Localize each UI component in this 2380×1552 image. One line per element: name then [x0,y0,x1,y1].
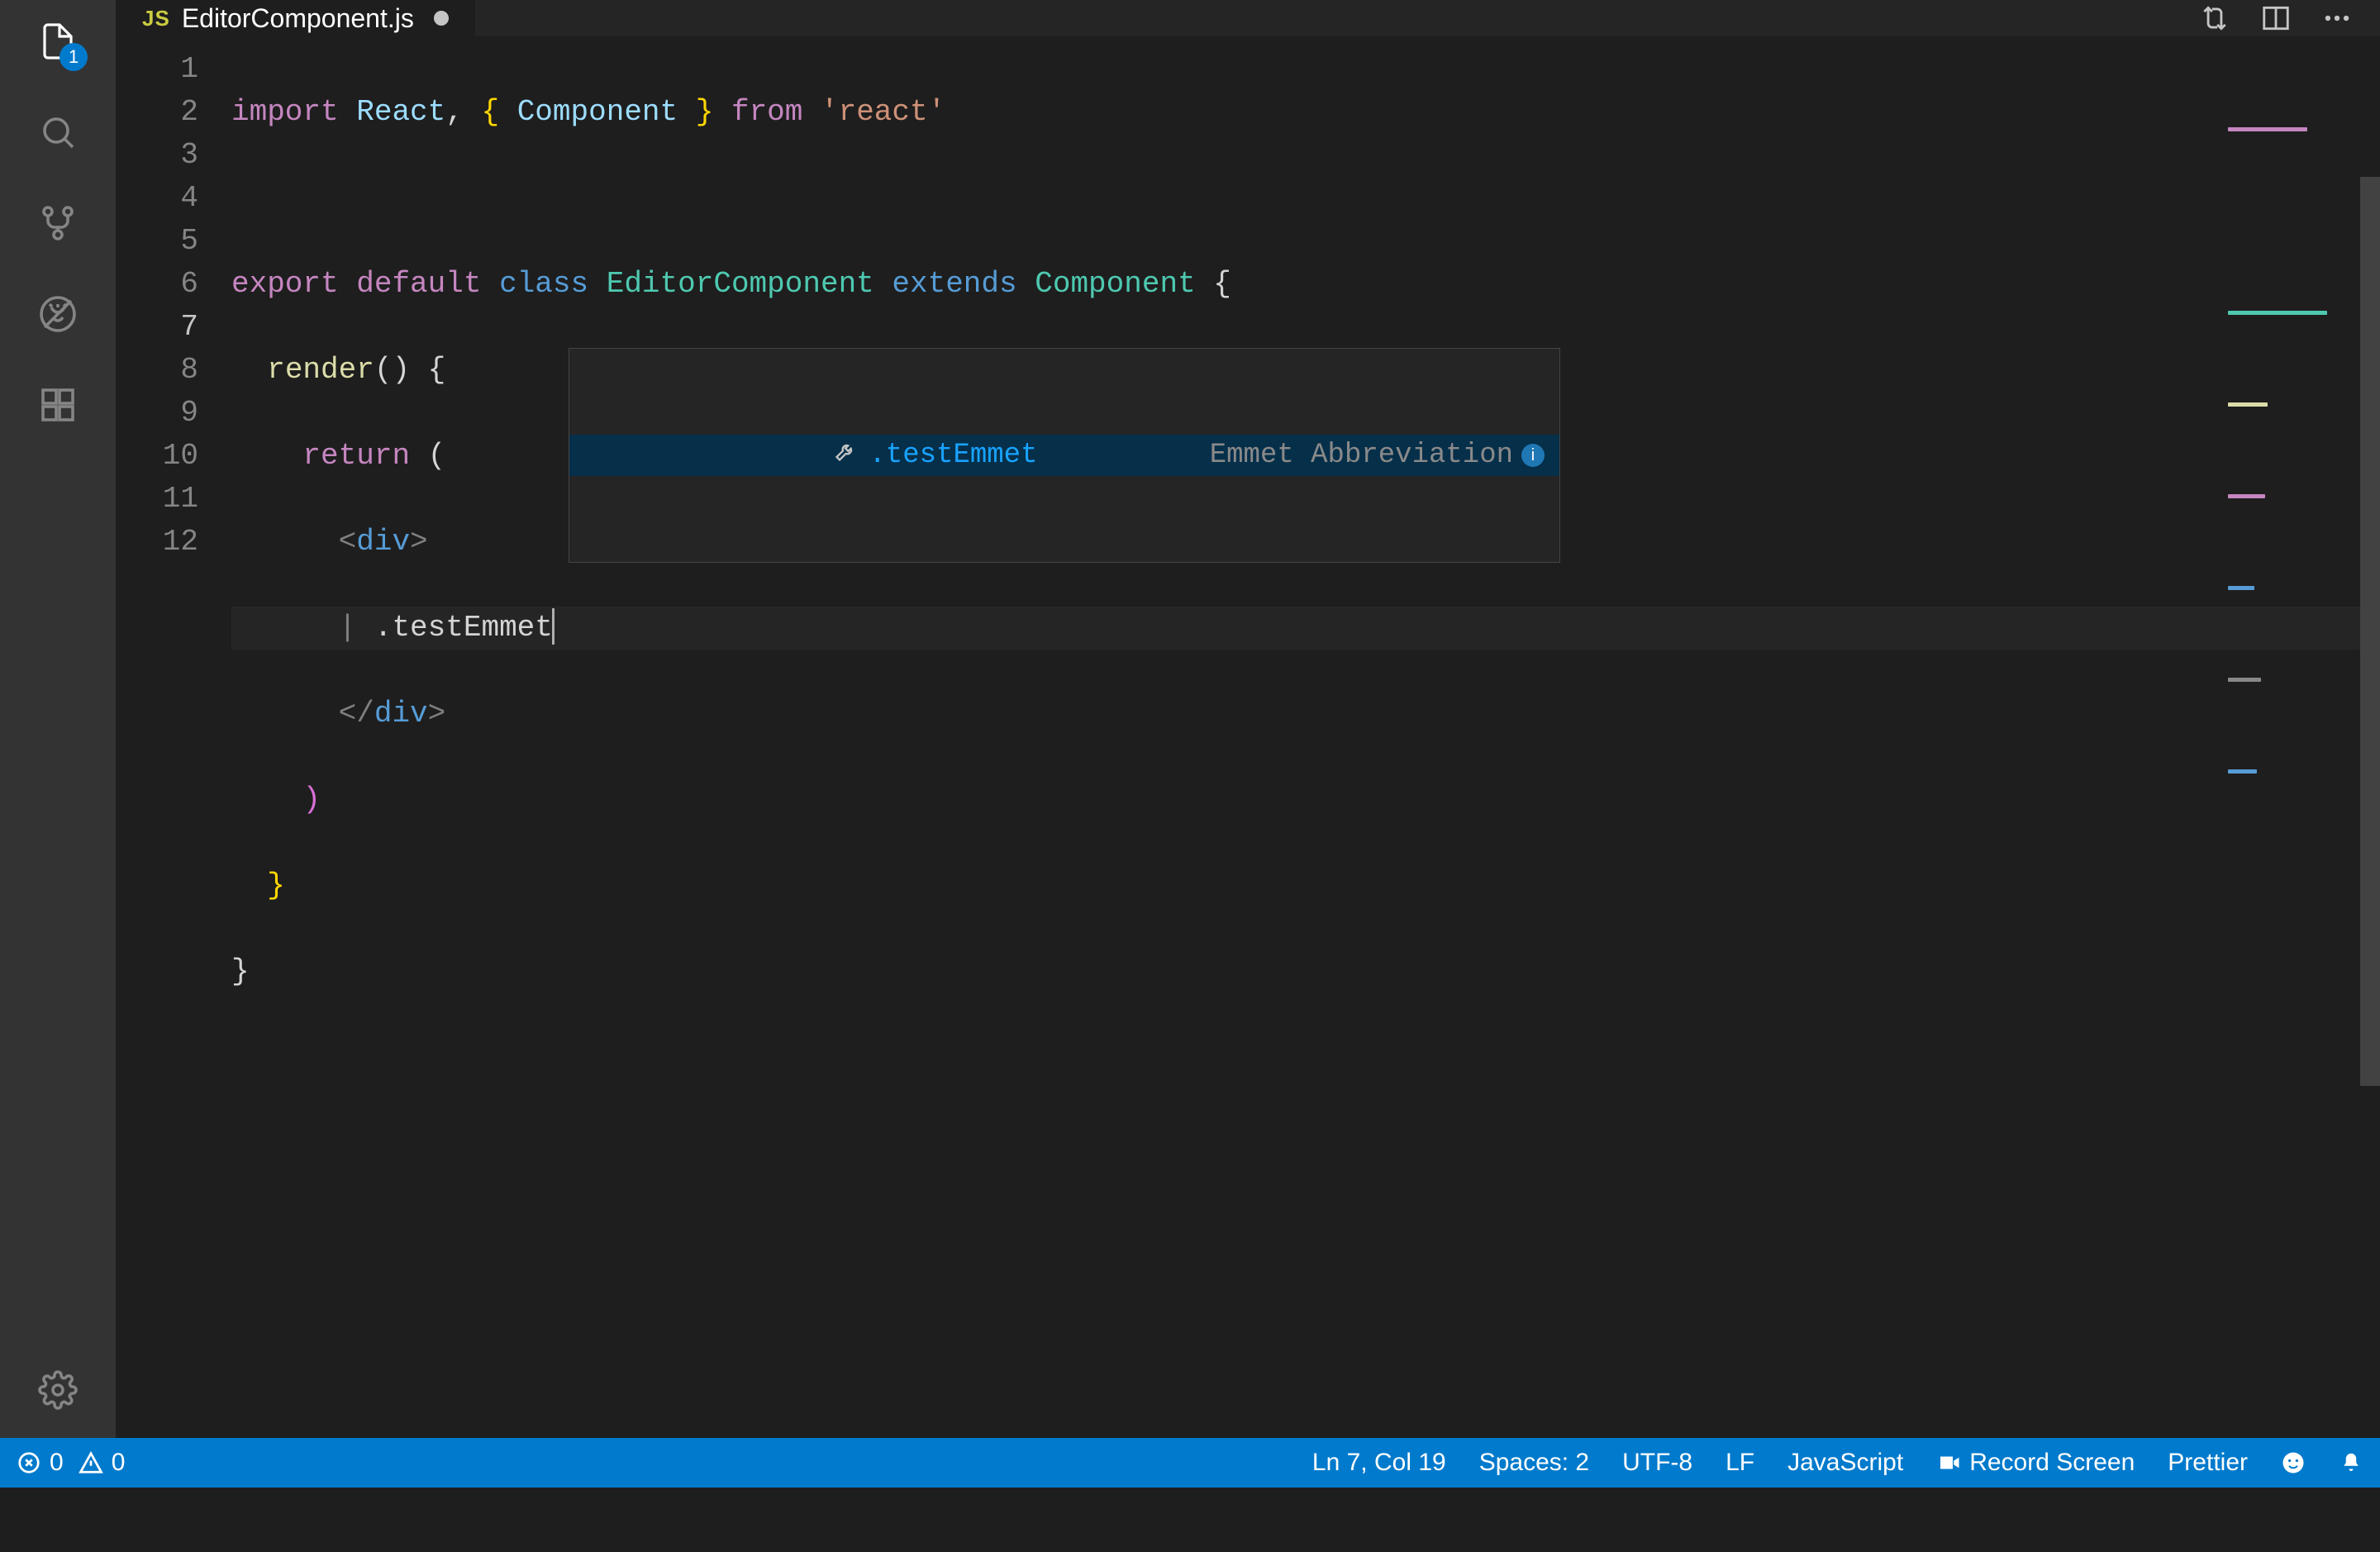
typed-emmet-abbr: .testEmmet [374,611,553,645]
split-editor-icon[interactable] [2258,0,2294,36]
explorer-badge: 1 [60,43,88,71]
status-bell-icon[interactable] [2339,1450,2363,1475]
more-actions-icon[interactable] [2319,0,2355,36]
activity-bar: 1 [0,0,116,1438]
tab-editorcomponent[interactable]: JS EditorComponent.js [116,0,476,36]
status-eol[interactable]: LF [1726,1449,1754,1477]
settings-gear-icon[interactable] [33,1365,83,1415]
suggest-item[interactable]: .testEmmet Emmet Abbreviation i [569,435,1559,476]
text-cursor [552,608,555,645]
search-icon[interactable] [33,107,83,157]
status-bar: 0 0 Ln 7, Col 19 Spaces: 2 UTF-8 LF Java… [0,1438,2380,1488]
status-record-screen[interactable]: Record Screen [1936,1449,2135,1477]
extensions-icon[interactable] [33,380,83,430]
status-encoding[interactable]: UTF-8 [1622,1449,1692,1477]
code-area[interactable]: import React, { Component } from 'react'… [231,36,2380,1552]
dirty-indicator-icon [434,11,449,26]
status-feedback-icon[interactable] [2281,1450,2306,1475]
explorer-icon[interactable]: 1 [33,17,83,66]
status-errors[interactable]: 0 [17,1449,64,1477]
status-spaces[interactable]: Spaces: 2 [1479,1449,1589,1477]
wrench-icon [584,391,857,520]
suggest-label: .testEmmet [869,434,1037,477]
js-file-icon: JS [142,6,170,31]
tab-filename: EditorComponent.js [182,3,414,34]
suggest-widget[interactable]: .testEmmet Emmet Abbreviation i [569,348,1560,563]
scroll-thumb[interactable] [2360,177,2380,1086]
info-icon[interactable]: i [1521,444,1545,467]
status-language[interactable]: JavaScript [1787,1449,1903,1477]
tab-bar: JS EditorComponent.js [116,0,2380,36]
status-ln-col[interactable]: Ln 7, Col 19 [1312,1449,1446,1477]
editor-group: JS EditorComponent.js 1 2 3 [116,0,2380,1438]
line-number-gutter: 1 2 3 4 5 6 7 8 9 10 11 12 [116,36,231,1552]
debug-icon[interactable] [33,289,83,339]
status-prettier[interactable]: Prettier [2168,1449,2248,1477]
minimap[interactable] [2228,41,2360,91]
vertical-scrollbar[interactable] [2360,36,2380,1552]
source-control-icon[interactable] [33,198,83,248]
editor[interactable]: 1 2 3 4 5 6 7 8 9 10 11 12 import React,… [116,36,2380,1552]
suggest-detail: Emmet Abbreviation i [1210,434,1545,477]
git-compare-icon[interactable] [2197,0,2233,36]
status-warnings[interactable]: 0 [79,1449,126,1477]
editor-actions [2197,0,2380,36]
